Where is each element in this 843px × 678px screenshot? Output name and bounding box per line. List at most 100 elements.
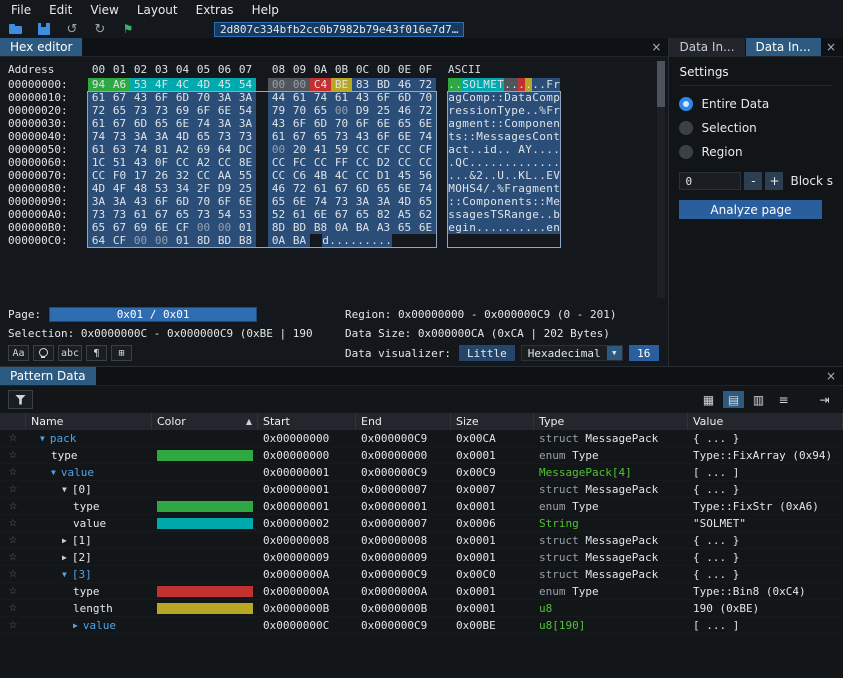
hex-byte[interactable]: 67 bbox=[151, 208, 172, 221]
tab-data-information[interactable]: Data In... bbox=[746, 38, 821, 56]
hex-byte[interactable]: 6D bbox=[352, 182, 373, 195]
radio-option[interactable]: Selection bbox=[679, 116, 833, 140]
hex-byte[interactable]: BD bbox=[373, 78, 394, 91]
column-header-size[interactable]: Size bbox=[451, 413, 534, 430]
hex-byte[interactable]: 4F bbox=[151, 78, 172, 91]
hex-ascii[interactable]: agment::Componen bbox=[448, 117, 560, 130]
hex-byte[interactable]: 74 bbox=[88, 130, 109, 143]
hex-byte[interactable]: 3A bbox=[235, 91, 256, 104]
pattern-row[interactable]: ☆▶value0x0000000C0x000000C90x00BEu8[190]… bbox=[0, 617, 843, 634]
hex-byte[interactable]: 63 bbox=[109, 143, 130, 156]
hex-byte[interactable]: 6F bbox=[151, 91, 172, 104]
chevron-right-icon[interactable]: ▶ bbox=[73, 621, 78, 630]
hex-byte[interactable]: 55 bbox=[235, 169, 256, 182]
hex-byte[interactable]: 00 bbox=[331, 104, 352, 117]
favorite-star-icon[interactable]: ☆ bbox=[0, 501, 26, 512]
hex-byte[interactable]: 74 bbox=[130, 143, 151, 156]
favorite-star-icon[interactable]: ☆ bbox=[0, 569, 26, 580]
chevron-right-icon[interactable]: ▶ bbox=[62, 553, 67, 562]
hex-byte[interactable]: D9 bbox=[352, 104, 373, 117]
redo-icon[interactable] bbox=[92, 22, 108, 37]
hex-byte[interactable]: 6F bbox=[193, 104, 214, 117]
hex-byte[interactable]: 3A bbox=[235, 117, 256, 130]
hex-byte[interactable]: CC bbox=[214, 156, 235, 169]
chevron-down-icon[interactable]: ▼ bbox=[51, 468, 56, 477]
pattern-name[interactable]: value bbox=[26, 517, 152, 530]
pattern-row[interactable]: ☆▶[1]0x000000080x000000080x0001struct Me… bbox=[0, 532, 843, 549]
hex-byte[interactable]: 74 bbox=[415, 182, 436, 195]
menu-edit[interactable]: Edit bbox=[40, 0, 81, 20]
hex-byte[interactable]: 67 bbox=[289, 130, 310, 143]
hex-byte[interactable]: 01 bbox=[235, 221, 256, 234]
hex-byte[interactable]: FF bbox=[331, 156, 352, 169]
hex-byte[interactable]: 64 bbox=[214, 143, 235, 156]
undo-icon[interactable] bbox=[64, 22, 80, 37]
hex-byte[interactable]: 34 bbox=[172, 182, 193, 195]
increase-button[interactable]: + bbox=[765, 172, 783, 190]
pattern-row[interactable]: ☆type0x000000010x000000010x0001enum Type… bbox=[0, 498, 843, 515]
analyze-page-button[interactable]: Analyze page bbox=[679, 200, 822, 219]
hex-byte[interactable]: 43 bbox=[352, 130, 373, 143]
hex-byte[interactable]: CC bbox=[394, 156, 415, 169]
flat-view-icon[interactable] bbox=[748, 391, 769, 408]
hex-ascii[interactable]: .QC............. bbox=[448, 156, 560, 169]
hex-byte[interactable]: 6D bbox=[130, 117, 151, 130]
hex-byte[interactable]: 6F bbox=[373, 91, 394, 104]
hex-byte[interactable]: 54 bbox=[235, 104, 256, 117]
hex-byte[interactable]: 73 bbox=[331, 130, 352, 143]
hex-byte[interactable]: 65 bbox=[310, 104, 331, 117]
paragraph-toggle[interactable]: ¶ bbox=[86, 345, 107, 361]
hex-byte[interactable]: CC bbox=[415, 156, 436, 169]
hex-byte[interactable]: 52 bbox=[268, 208, 289, 221]
hex-byte[interactable]: 8D bbox=[193, 234, 214, 247]
hex-byte[interactable]: 61 bbox=[289, 208, 310, 221]
pattern-name[interactable]: length bbox=[26, 602, 152, 615]
hex-byte[interactable]: 69 bbox=[130, 221, 151, 234]
hex-byte[interactable]: 65 bbox=[109, 104, 130, 117]
pattern-row[interactable]: ☆▼pack0x000000000x000000C90x00CAstruct M… bbox=[0, 430, 843, 447]
open-folder-icon[interactable] bbox=[8, 22, 24, 37]
pattern-name[interactable]: ▶value bbox=[26, 619, 152, 632]
hex-byte[interactable]: 65 bbox=[394, 221, 415, 234]
hex-byte[interactable]: CC bbox=[172, 156, 193, 169]
hex-byte[interactable]: BD bbox=[214, 234, 235, 247]
hex-byte[interactable]: 6F bbox=[352, 117, 373, 130]
hex-byte[interactable]: 6E bbox=[415, 117, 436, 130]
hex-byte[interactable]: 67 bbox=[109, 91, 130, 104]
menu-view[interactable]: View bbox=[81, 0, 127, 20]
hex-byte[interactable]: 65 bbox=[88, 221, 109, 234]
hex-byte[interactable]: 56 bbox=[415, 169, 436, 182]
hex-byte[interactable]: B8 bbox=[235, 234, 256, 247]
hex-byte[interactable]: 82 bbox=[373, 208, 394, 221]
pattern-name[interactable]: ▼[0] bbox=[26, 483, 152, 496]
hex-byte[interactable]: 6F bbox=[151, 195, 172, 208]
hex-byte[interactable]: CF bbox=[172, 221, 193, 234]
radio-icon[interactable] bbox=[679, 121, 693, 135]
hex-byte[interactable]: 41 bbox=[310, 143, 331, 156]
hex-byte[interactable]: B8 bbox=[310, 221, 331, 234]
hex-ascii[interactable]: d......... bbox=[322, 234, 392, 247]
hex-byte[interactable]: 00 bbox=[151, 234, 172, 247]
hex-byte[interactable]: A6 bbox=[109, 78, 130, 91]
chevron-down-icon[interactable]: ▼ bbox=[40, 434, 45, 443]
grid-toggle[interactable]: ⊞ bbox=[111, 345, 132, 361]
hex-byte[interactable]: 48 bbox=[130, 182, 151, 195]
column-header-end[interactable]: End bbox=[356, 413, 451, 430]
hex-byte[interactable]: BA bbox=[352, 221, 373, 234]
column-header-start[interactable]: Start bbox=[258, 413, 356, 430]
favorite-star-icon[interactable]: ☆ bbox=[0, 450, 26, 461]
hex-byte[interactable]: 45 bbox=[214, 78, 235, 91]
hex-byte[interactable]: CC bbox=[352, 169, 373, 182]
hex-byte[interactable]: 8E bbox=[235, 156, 256, 169]
hex-byte[interactable]: 25 bbox=[373, 104, 394, 117]
hex-byte[interactable]: 70 bbox=[289, 104, 310, 117]
hex-byte[interactable]: 72 bbox=[415, 104, 436, 117]
pattern-name[interactable]: ▼pack bbox=[26, 432, 152, 445]
hex-byte[interactable]: 6D bbox=[172, 91, 193, 104]
hex-byte[interactable]: 43 bbox=[130, 156, 151, 169]
hex-byte[interactable]: 94 bbox=[88, 78, 109, 91]
hex-byte[interactable]: 79 bbox=[268, 104, 289, 117]
hex-byte[interactable]: 3A bbox=[109, 195, 130, 208]
radio-icon[interactable] bbox=[679, 145, 693, 159]
hex-byte[interactable]: 20 bbox=[289, 143, 310, 156]
